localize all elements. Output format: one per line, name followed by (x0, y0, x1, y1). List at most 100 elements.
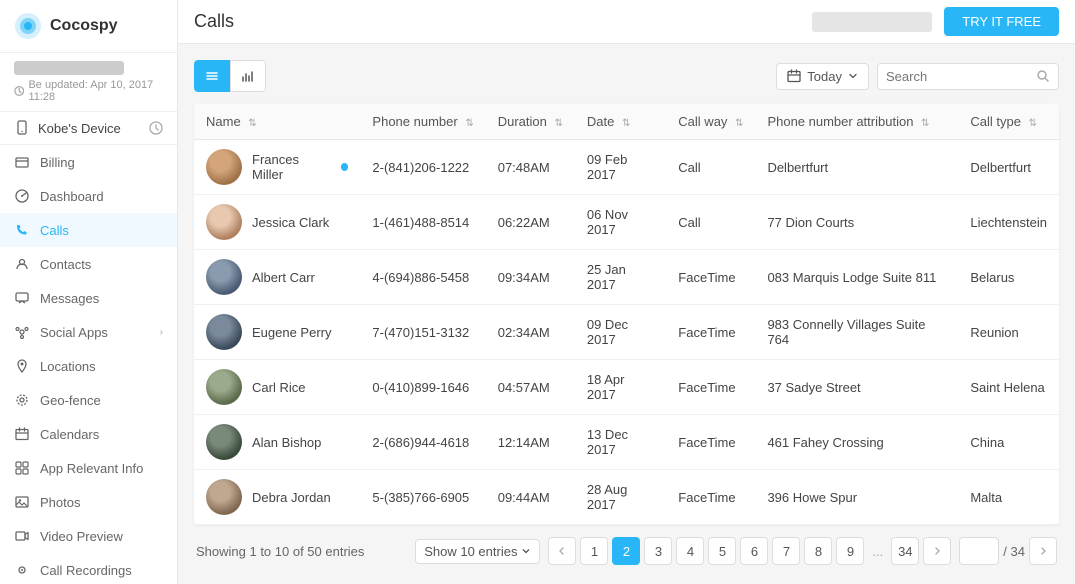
phone-device-icon (14, 120, 30, 136)
list-view-button[interactable] (194, 60, 230, 92)
table-row: Jessica Clark1-(461)488-851406:22AM06 No… (194, 195, 1059, 250)
sidebar-item-app-relevant[interactable]: App Relevant Info (0, 451, 177, 485)
cell-date: 25 Jan 2017 (575, 250, 666, 305)
show-entries-select[interactable]: Show 10 entries (415, 539, 540, 564)
page-3-button[interactable]: 3 (644, 537, 672, 565)
page-jump-input[interactable] (959, 537, 999, 565)
chevron-right-icon: › (160, 327, 163, 338)
col-call-type[interactable]: Call type ⇅ (958, 104, 1059, 140)
col-date[interactable]: Date ⇅ (575, 104, 666, 140)
page-ellipsis: ... (868, 544, 887, 559)
page-34-button[interactable]: 34 (891, 537, 919, 565)
cell-call-type: Delbertfurt (958, 140, 1059, 195)
avatar (206, 369, 242, 405)
cell-date: 18 Apr 2017 (575, 360, 666, 415)
page-9-button[interactable]: 9 (836, 537, 864, 565)
cell-call-type: Saint Helena (958, 360, 1059, 415)
prev-icon (557, 546, 567, 556)
sidebar-item-video-preview[interactable]: Video Preview (0, 519, 177, 553)
cell-date: 06 Nov 2017 (575, 195, 666, 250)
cell-attribution: 77 Dion Courts (755, 195, 958, 250)
sidebar-label-call-recordings: Call Recordings (40, 563, 132, 578)
new-badge (341, 163, 348, 171)
page-go-button[interactable] (1029, 537, 1057, 565)
sidebar-item-messages[interactable]: Messages (0, 281, 177, 315)
cell-attribution: 461 Fahey Crossing (755, 415, 958, 470)
cell-phone: 2-(841)206-1222 (360, 140, 485, 195)
sidebar-item-locations[interactable]: Locations (0, 349, 177, 383)
avatar (206, 424, 242, 460)
page-6-button[interactable]: 6 (740, 537, 768, 565)
try-it-free-button[interactable]: TRY IT FREE (944, 7, 1059, 36)
cell-name: Carl Rice (194, 360, 360, 415)
table-row: Carl Rice0-(410)899-164604:57AM18 Apr 20… (194, 360, 1059, 415)
col-name[interactable]: Name ⇅ (194, 104, 360, 140)
clock-icon (149, 121, 163, 135)
user-info-blurred (812, 12, 932, 32)
search-input[interactable] (878, 64, 1028, 89)
table-row: Alan Bishop2-(686)944-461812:14AM13 Dec … (194, 415, 1059, 470)
show-entries-label: Show 10 entries (424, 544, 517, 559)
sidebar-item-dashboard[interactable]: Dashboard (0, 179, 177, 213)
sidebar: Cocospy Be updated: Apr 10, 2017 11:28 K… (0, 0, 178, 584)
device-row[interactable]: Kobe's Device (0, 112, 177, 145)
calls-icon (14, 222, 30, 238)
page-next-button[interactable] (923, 537, 951, 565)
sidebar-item-geo-fence[interactable]: Geo-fence (0, 383, 177, 417)
update-time: Be updated: Apr 10, 2017 11:28 (14, 79, 163, 103)
view-toggle (194, 60, 266, 92)
date-filter[interactable]: Today (776, 63, 869, 90)
chart-icon (241, 69, 255, 83)
page-4-button[interactable]: 4 (676, 537, 704, 565)
content-area: Today Name ⇅ Phone number ⇅ Duration ⇅ (178, 44, 1075, 584)
cell-call-type: Malta (958, 470, 1059, 525)
sort-icon-attribution: ⇅ (921, 118, 929, 129)
dashboard-icon (14, 188, 30, 204)
cell-attribution: 37 Sadye Street (755, 360, 958, 415)
sidebar-item-call-recordings[interactable]: Call Recordings (0, 553, 177, 584)
showing-text: Showing 1 to 10 of 50 entries (196, 544, 364, 559)
avatar (206, 314, 242, 350)
app-icon (14, 460, 30, 476)
location-icon (14, 358, 30, 374)
sidebar-label-geo-fence: Geo-fence (40, 393, 101, 408)
page-5-button[interactable]: 5 (708, 537, 736, 565)
cell-attribution: 396 Howe Spur (755, 470, 958, 525)
messages-icon (14, 290, 30, 306)
cell-phone: 2-(686)944-4618 (360, 415, 485, 470)
calls-tbody: Frances Miller2-(841)206-122207:48AM09 F… (194, 140, 1059, 525)
page-prev-button[interactable] (548, 537, 576, 565)
sidebar-item-photos[interactable]: Photos (0, 485, 177, 519)
table-row: Eugene Perry7-(470)151-313202:34AM09 Dec… (194, 305, 1059, 360)
sort-icon-duration: ⇅ (554, 118, 562, 129)
cell-phone: 7-(470)151-3132 (360, 305, 485, 360)
page-1-button[interactable]: 1 (580, 537, 608, 565)
cell-phone: 1-(461)488-8514 (360, 195, 485, 250)
search-button[interactable] (1028, 64, 1058, 88)
col-phone[interactable]: Phone number ⇅ (360, 104, 485, 140)
page-8-button[interactable]: 8 (804, 537, 832, 565)
device-name: Kobe's Device (14, 120, 121, 136)
sidebar-item-calendars[interactable]: Calendars (0, 417, 177, 451)
sidebar-item-social-apps[interactable]: Social Apps › (0, 315, 177, 349)
sidebar-item-contacts[interactable]: Contacts (0, 247, 177, 281)
col-call-way[interactable]: Call way ⇅ (666, 104, 755, 140)
table-row: Albert Carr4-(694)886-545809:34AM25 Jan … (194, 250, 1059, 305)
avatar (206, 479, 242, 515)
go-icon (1038, 546, 1048, 556)
cell-attribution: Delbertfurt (755, 140, 958, 195)
refresh-icon (14, 85, 24, 97)
sidebar-item-calls[interactable]: Calls (0, 213, 177, 247)
contacts-icon (14, 256, 30, 272)
cell-call-way: FaceTime (666, 305, 755, 360)
page-2-button[interactable]: 2 (612, 537, 640, 565)
sidebar-label-contacts: Contacts (40, 257, 91, 272)
col-attribution[interactable]: Phone number attribution ⇅ (755, 104, 958, 140)
list-icon (205, 69, 219, 83)
toolbar: Today (194, 60, 1059, 92)
sidebar-label-calendars: Calendars (40, 427, 99, 442)
col-duration[interactable]: Duration ⇅ (486, 104, 575, 140)
chart-view-button[interactable] (230, 60, 266, 92)
sidebar-item-billing[interactable]: Billing (0, 145, 177, 179)
page-7-button[interactable]: 7 (772, 537, 800, 565)
